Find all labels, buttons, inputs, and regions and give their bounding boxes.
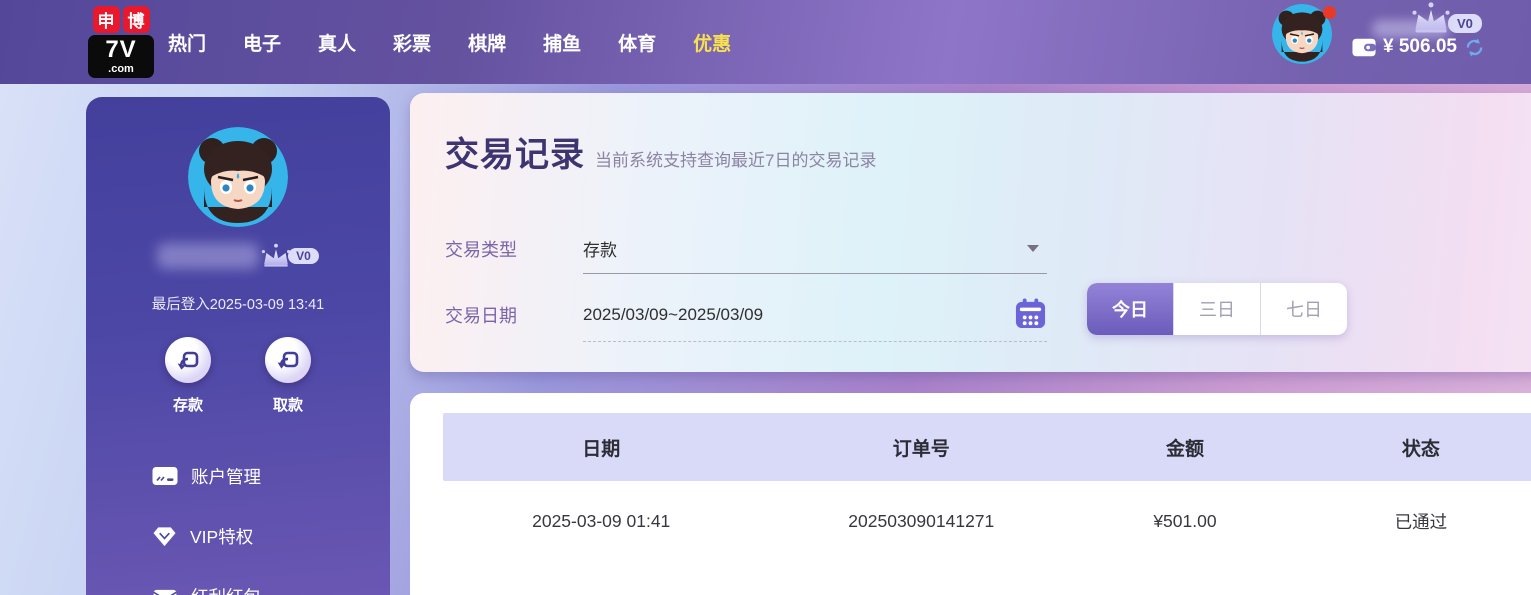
transaction-filter-panel: 交易记录 当前系统支持查询最近7日的交易记录 交易类型 存款 交易日期 2025… (410, 93, 1531, 372)
cell-date: 2025-03-09 01:41 (443, 511, 759, 532)
sidebar-avatar (188, 127, 288, 227)
bank-card-icon (152, 466, 178, 486)
col-status: 状态 (1287, 434, 1531, 461)
withdraw-button[interactable]: 取款 (257, 337, 319, 415)
date-range-input[interactable]: 2025/03/09~2025/03/09 (583, 289, 1047, 342)
sidebar-item-label: 账户管理 (191, 464, 261, 489)
sidebar-user-row: V0 (86, 243, 390, 269)
sidebar-item-bonus[interactable]: 红利红包 (86, 583, 390, 595)
cell-status: 已通过 (1287, 509, 1531, 534)
withdraw-icon (265, 337, 311, 383)
transaction-date-row: 交易日期 2025/03/09~2025/03/09 (445, 289, 1047, 341)
vip-badge: V0 (288, 248, 319, 264)
main-nav: 热门 电子 真人 彩票 棋牌 捕鱼 体育 优惠 (168, 0, 731, 84)
nav-item-sports[interactable]: 体育 (618, 29, 656, 56)
quick-actions: 存款 取款 (86, 337, 390, 415)
type-value: 存款 (583, 236, 617, 261)
avatar-illustration (188, 127, 288, 227)
sidebar: V0 最后登入2025-03-09 13:41 存款 (86, 97, 390, 595)
logo-badges: 申 博 (88, 6, 154, 33)
date-label: 交易日期 (445, 302, 583, 328)
deposit-icon (165, 337, 211, 383)
transaction-type-row: 交易类型 存款 (445, 225, 1047, 273)
balance-area: ¥ 506.05 (1352, 36, 1485, 58)
nav-item-lottery[interactable]: 彩票 (393, 29, 431, 56)
date-range-buttons: 今日 三日 七日 (1087, 283, 1347, 335)
sidebar-item-account[interactable]: 账户管理 (86, 463, 390, 489)
red-envelope-icon (152, 588, 178, 595)
last-login-text: 最后登入2025-03-09 13:41 (86, 293, 390, 314)
page-subtitle: 当前系统支持查询最近7日的交易记录 (595, 146, 876, 176)
logo-badge-2: 博 (123, 6, 150, 33)
title-row: 交易记录 当前系统支持查询最近7日的交易记录 (445, 127, 876, 176)
col-date: 日期 (443, 434, 759, 461)
cell-order-no: 202503090141271 (759, 511, 1083, 532)
username-blurred (157, 243, 259, 269)
type-label: 交易类型 (445, 236, 583, 262)
withdraw-label: 取款 (257, 394, 319, 415)
sidebar-item-vip[interactable]: VIP特权 (86, 523, 390, 549)
sidebar-menu: 账户管理 VIP特权 红利红包 (86, 463, 390, 595)
deposit-label: 存款 (157, 394, 219, 415)
table-header: 日期 订单号 金额 状态 (443, 413, 1531, 481)
range-7days-button[interactable]: 七日 (1260, 283, 1347, 335)
vip-badge: V0 (1448, 14, 1482, 33)
type-select[interactable]: 存款 (583, 225, 1047, 274)
logo-suffix: .com (88, 64, 154, 78)
sidebar-item-label: 红利红包 (191, 584, 261, 595)
table-row: 2025-03-09 01:41 202503090141271 ¥501.00… (443, 481, 1531, 561)
deposit-button[interactable]: 存款 (157, 337, 219, 415)
date-value: 2025/03/09~2025/03/09 (583, 305, 763, 325)
notification-dot (1323, 6, 1336, 19)
nav-item-promo[interactable]: 优惠 (693, 29, 731, 56)
balance-amount: ¥ 506.05 (1383, 36, 1457, 58)
sidebar-item-label: VIP特权 (190, 524, 253, 549)
cell-amount: ¥501.00 (1083, 511, 1287, 532)
col-order-no: 订单号 (759, 434, 1083, 461)
gem-icon (152, 525, 177, 548)
nav-item-fishing[interactable]: 捕鱼 (543, 29, 581, 56)
range-today-button[interactable]: 今日 (1087, 283, 1173, 335)
logo-text: 7V (88, 35, 154, 64)
range-3days-button[interactable]: 三日 (1173, 283, 1260, 335)
nav-item-hot[interactable]: 热门 (168, 29, 206, 56)
site-logo[interactable]: 申 博 7V .com (88, 6, 154, 78)
calendar-icon[interactable] (1014, 297, 1047, 330)
nav-item-slots[interactable]: 电子 (243, 29, 281, 56)
nav-item-live[interactable]: 真人 (318, 29, 356, 56)
page-title: 交易记录 (445, 127, 585, 176)
caret-down-icon (1027, 245, 1039, 252)
top-navbar: 申 博 7V .com 热门 电子 真人 彩票 棋牌 捕鱼 体育 优惠 (0, 0, 1531, 84)
nav-item-cards[interactable]: 棋牌 (468, 29, 506, 56)
col-amount: 金额 (1083, 434, 1287, 461)
logo-badge-1: 申 (93, 6, 120, 33)
wallet-icon (1352, 38, 1376, 57)
refresh-balance-icon[interactable] (1464, 37, 1485, 58)
transaction-table-panel: 日期 订单号 金额 状态 2025-03-09 01:41 2025030901… (410, 393, 1531, 595)
page: 申 博 7V .com 热门 电子 真人 彩票 棋牌 捕鱼 体育 优惠 (0, 0, 1531, 595)
